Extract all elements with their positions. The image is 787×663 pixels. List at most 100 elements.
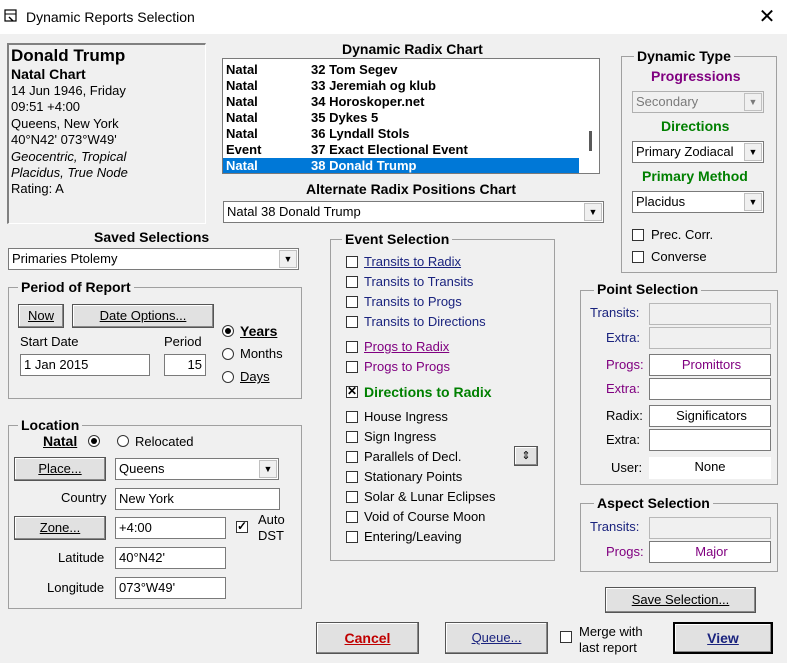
point-radix-extra-field[interactable] [649, 429, 771, 451]
list-item[interactable]: Natal 34 Horoskoper.net [223, 94, 579, 110]
parallels-spinner-button[interactable]: ⇕ [514, 446, 538, 466]
years-radio[interactable] [222, 325, 234, 337]
merge-checkbox[interactable] [560, 631, 572, 643]
chart-time: 09:51 +4:00 [11, 99, 81, 114]
transits-transits-label: Transits to Transits [364, 274, 474, 289]
longitude-input[interactable]: 073°W49' [115, 577, 226, 599]
relocated-label: Relocated [135, 434, 194, 449]
zone-button[interactable]: Zone... [14, 516, 106, 540]
months-radio[interactable] [222, 348, 234, 360]
chevron-down-icon[interactable]: ▼ [279, 250, 297, 268]
zone-input[interactable]: +4:00 [115, 517, 226, 539]
chart-coords: 40°N42' 073°W49' [11, 132, 117, 147]
list-item[interactable]: Natal 36 Lyndall Stols [223, 126, 579, 142]
point-radix-field[interactable]: Significators [649, 405, 771, 427]
chart-system-1: Geocentric, Tropical [11, 149, 127, 164]
aspect-transits-label: Transits: [590, 519, 640, 534]
start-date-input[interactable]: 1 Jan 2015 [20, 354, 150, 376]
saved-selections-select[interactable]: Primaries Ptolemy ▼ [8, 248, 299, 270]
natal-radio[interactable] [88, 435, 100, 447]
radix-title: Dynamic Radix Chart [342, 41, 483, 57]
chart-system-2: Placidus, True Node [11, 165, 128, 180]
list-item[interactable]: Natal 32 Tom Segev [223, 62, 579, 78]
converse-checkbox[interactable] [632, 251, 644, 263]
years-label: Years [240, 323, 278, 339]
entering-leaving-checkbox[interactable] [346, 531, 358, 543]
chevron-down-icon[interactable]: ▼ [259, 460, 277, 478]
days-radio[interactable] [222, 371, 234, 383]
chevron-down-icon[interactable]: ▼ [744, 143, 762, 161]
transits-progs-label: Transits to Progs [364, 294, 462, 309]
queue-button[interactable]: Queue... [445, 622, 548, 654]
progs-progs-checkbox[interactable] [346, 361, 358, 373]
converse-label: Converse [651, 249, 707, 264]
void-moon-checkbox[interactable] [346, 511, 358, 523]
directions-radix-checkbox[interactable]: ✕ [346, 385, 358, 398]
prec-corr-checkbox[interactable] [632, 229, 644, 241]
point-progs-field[interactable]: Promittors [649, 354, 771, 376]
latitude-input[interactable]: 40°N42' [115, 547, 226, 569]
app-icon [4, 9, 17, 22]
directions-select[interactable]: Primary Zodiacal ▼ [632, 141, 764, 163]
eclipses-checkbox[interactable] [346, 491, 358, 503]
place-button[interactable]: Place... [14, 457, 106, 481]
now-button[interactable]: Now [18, 304, 64, 328]
relocated-radio[interactable] [117, 435, 129, 447]
house-ingress-label: House Ingress [364, 409, 448, 424]
point-radix-extra-label: Extra: [606, 432, 640, 447]
alt-radix-select[interactable]: Natal 38 Donald Trump ▼ [223, 201, 604, 223]
auto-dst-checkbox[interactable]: ✓ [236, 520, 248, 533]
aspect-progs-field[interactable]: Major [649, 541, 771, 563]
transits-progs-checkbox[interactable] [346, 296, 358, 308]
alt-radix-title: Alternate Radix Positions Chart [306, 181, 517, 197]
chart-place: Queens, New York [11, 116, 119, 131]
progressions-select: Secondary ▼ [632, 91, 764, 113]
transits-transits-checkbox[interactable] [346, 276, 358, 288]
aspect-progs-label: Progs: [606, 544, 644, 559]
list-item[interactable]: Natal 33 Jeremiah og klub [223, 78, 579, 94]
point-user-label: User: [611, 460, 643, 475]
primary-method-label: Primary Method [642, 168, 748, 184]
primary-method-select[interactable]: Placidus ▼ [632, 191, 764, 213]
house-ingress-checkbox[interactable] [346, 411, 358, 423]
chart-type: Natal Chart [11, 66, 86, 82]
place-select[interactable]: Queens ▼ [115, 458, 279, 480]
list-item[interactable]: Natal 35 Dykes 5 [223, 110, 579, 126]
list-item-selected[interactable]: Natal 38 Donald Trump [223, 158, 579, 173]
point-transits-extra-field [649, 327, 771, 349]
transits-directions-checkbox[interactable] [346, 316, 358, 328]
list-item[interactable]: Event 37 Exact Electional Event [223, 142, 579, 158]
eclipses-label: Solar & Lunar Eclipses [364, 489, 496, 504]
saved-selections-title: Saved Selections [94, 229, 210, 245]
view-button[interactable]: View [673, 622, 773, 654]
radix-chart-list[interactable]: Natal 32 Tom Segev Natal 33 Jeremiah og kl… [222, 58, 600, 174]
cancel-button[interactable]: Cancel [316, 622, 419, 654]
sign-ingress-checkbox[interactable] [346, 431, 358, 443]
point-user-field[interactable]: None [649, 457, 771, 479]
chevron-down-icon[interactable]: ▼ [744, 193, 762, 211]
country-label: Country [61, 490, 107, 505]
point-progs-extra-label: Extra: [606, 381, 640, 396]
days-label: Days [240, 369, 270, 384]
progs-radix-checkbox[interactable] [346, 341, 358, 353]
country-input[interactable]: New York [115, 488, 280, 510]
point-progs-extra-field[interactable] [649, 378, 771, 400]
chevron-down-icon[interactable]: ▼ [584, 203, 602, 221]
stationary-label: Stationary Points [364, 469, 463, 484]
period-input[interactable]: 15 [164, 354, 206, 376]
transits-radix-checkbox[interactable] [346, 256, 358, 268]
point-selection-title: Point Selection [594, 281, 702, 297]
merge-label-1: Merge with [579, 624, 643, 639]
stationary-checkbox[interactable] [346, 471, 358, 483]
close-icon[interactable]: ✕ [754, 4, 780, 30]
parallels-checkbox[interactable] [346, 451, 358, 463]
date-options-button[interactable]: Date Options... [72, 304, 214, 328]
dynamic-type-title: Dynamic Type [634, 48, 734, 64]
chart-date: 14 Jun 1946, Friday [11, 83, 126, 98]
list-scrollbar-thumb[interactable] [589, 131, 592, 151]
point-radix-label: Radix: [606, 408, 643, 423]
save-selection-button[interactable]: Save Selection... [605, 587, 756, 613]
chevron-down-icon: ▼ [744, 93, 762, 111]
point-transits-extra-label: Extra: [606, 330, 640, 345]
progs-radix-label: Progs to Radix [364, 339, 450, 354]
